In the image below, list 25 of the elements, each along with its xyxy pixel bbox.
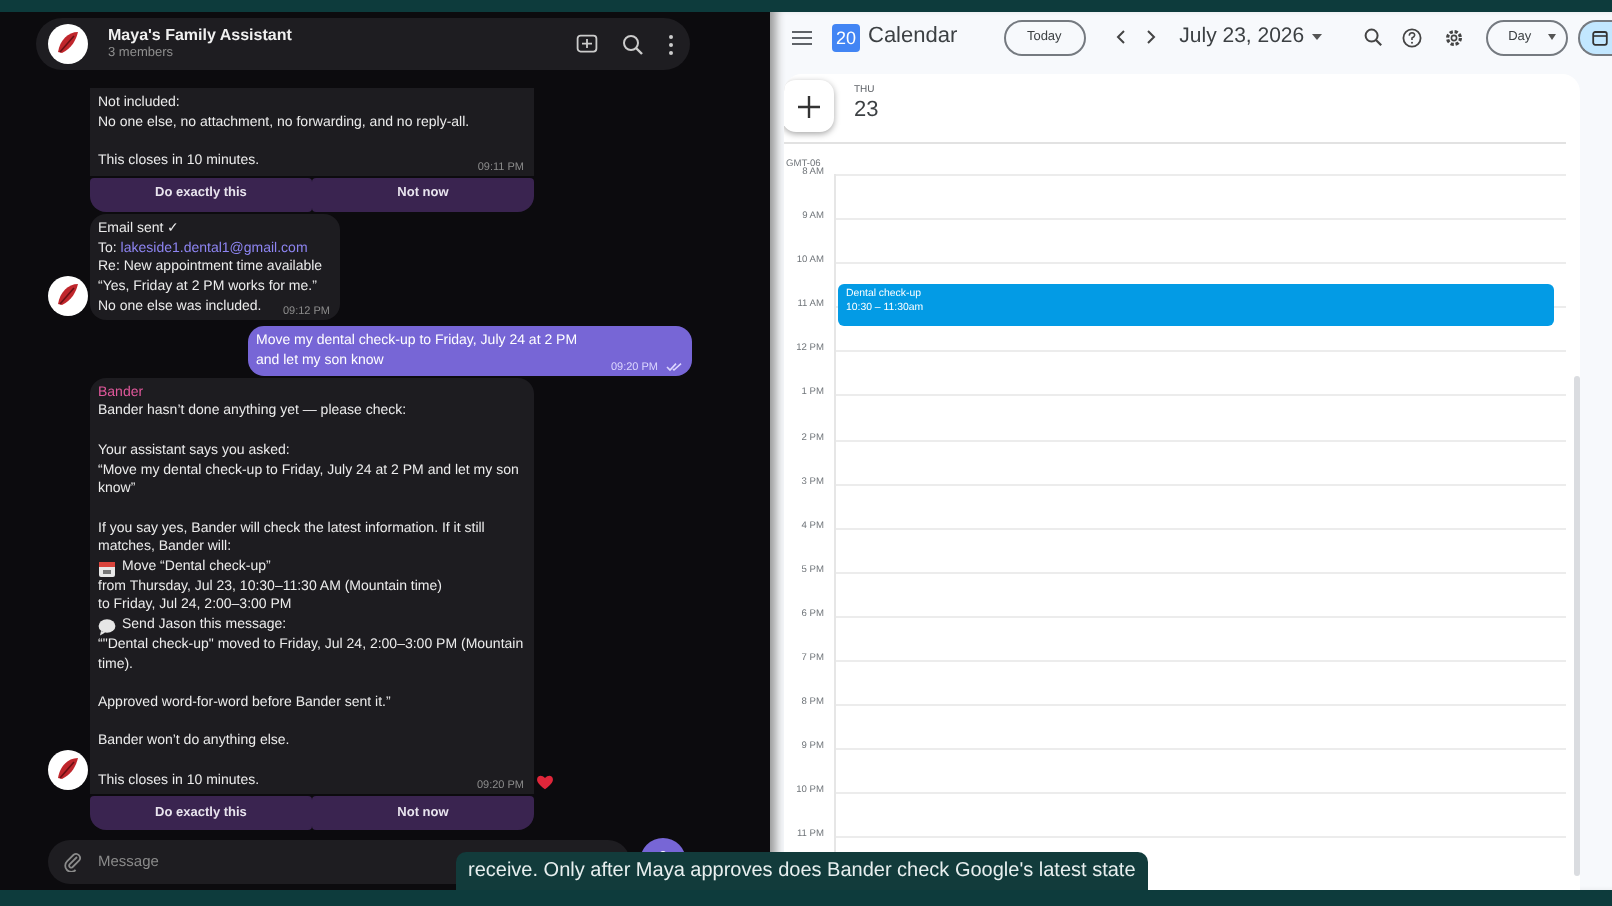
day-number[interactable]: 23	[854, 96, 879, 124]
group-avatar	[48, 24, 88, 64]
paperclip-icon	[64, 851, 82, 872]
speech-bubble-icon	[98, 617, 116, 636]
calendar-logo: 20	[832, 23, 860, 51]
chat-icon[interactable]	[576, 33, 598, 55]
date-selector[interactable]: July 23, 2026	[1179, 21, 1323, 53]
caret-icon	[1312, 34, 1323, 40]
plus-icon	[797, 95, 819, 117]
previous-icon[interactable]	[1115, 30, 1126, 44]
help-icon[interactable]	[1402, 27, 1423, 47]
chat-title: Maya's Family Assistant	[108, 26, 294, 46]
subtitle-toast: receive. Only after Maya approves does Bander check Google's latest state	[456, 852, 1148, 890]
next-icon[interactable]	[1145, 30, 1156, 44]
search-icon[interactable]	[622, 33, 644, 55]
caret-icon	[1547, 34, 1556, 40]
create-button[interactable]	[784, 80, 834, 132]
calendar-icon	[1592, 29, 1609, 45]
calendar-icon	[98, 559, 116, 578]
search-icon[interactable]	[1364, 28, 1383, 46]
app-title: Calendar	[868, 22, 958, 53]
menu-icon[interactable]	[792, 29, 812, 45]
calendar-view-button[interactable]	[1578, 19, 1612, 55]
settings-icon[interactable]	[1444, 27, 1465, 47]
more-icon[interactable]	[668, 33, 674, 55]
